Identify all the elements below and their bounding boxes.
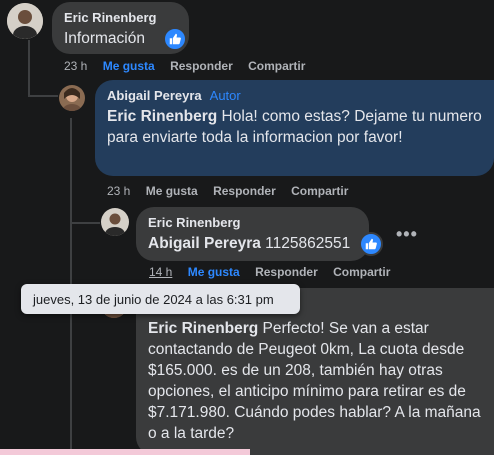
- reply-button[interactable]: Responder: [170, 59, 233, 73]
- thumbs-up-icon: [365, 238, 377, 250]
- thumbs-up-icon: [169, 33, 181, 45]
- person-avatar-icon: [7, 3, 43, 39]
- reply-button[interactable]: Responder: [255, 265, 318, 279]
- comment-author[interactable]: Abigail Pereyra: [107, 88, 202, 103]
- thread-line-1: [28, 40, 30, 96]
- comment-actions: 14 h Me gusta Responder Compartir: [149, 265, 402, 279]
- comment-bubble: Eric Rinenberg Abigail Pereyra 112586255…: [136, 207, 369, 261]
- share-button[interactable]: Compartir: [333, 265, 390, 279]
- thread-line-1-branch: [28, 95, 58, 97]
- comment-body: 1125862551: [260, 235, 351, 252]
- like-button[interactable]: Me gusta: [188, 265, 240, 279]
- comment-author[interactable]: Eric Rinenberg: [148, 215, 357, 230]
- avatar[interactable]: [7, 3, 43, 39]
- share-button[interactable]: Compartir: [291, 184, 348, 198]
- comment-header: Abigail Pereyra Autor: [107, 88, 482, 103]
- timestamp-tooltip: jueves, 13 de junio de 2024 a las 6:31 p…: [21, 284, 300, 314]
- reply-button[interactable]: Responder: [213, 184, 276, 198]
- bottom-overlay-strip: [0, 449, 250, 455]
- thread-line-2: [70, 118, 72, 224]
- thread-line-3: [70, 224, 72, 455]
- comment-text: Eric Rinenberg Hola! como estas? Dejame …: [107, 106, 482, 148]
- thread-line-2-branch: [70, 222, 100, 224]
- mention-link[interactable]: Abigail Pereyra: [148, 235, 261, 252]
- comment-actions: 23 h Me gusta Responder Compartir: [64, 59, 317, 73]
- mention-link[interactable]: Eric Rinenberg: [148, 320, 258, 337]
- like-button[interactable]: Me gusta: [103, 59, 155, 73]
- avatar[interactable]: [101, 208, 129, 236]
- comment-bubble-author: Abigail Pereyra Autor Eric Rinenberg Hola…: [95, 80, 494, 176]
- like-reaction-badge[interactable]: [163, 27, 187, 51]
- comment-timestamp[interactable]: 23 h: [64, 59, 87, 73]
- comment-timestamp[interactable]: 23 h: [107, 184, 130, 198]
- comment-body: Perfecto! Se van a estar contactando de …: [148, 320, 481, 442]
- person-avatar-icon: [59, 85, 85, 111]
- avatar[interactable]: [59, 85, 85, 111]
- comment-text: Información: [64, 30, 145, 47]
- like-reaction-badge[interactable]: [359, 232, 383, 256]
- comment-text: Abigail Pereyra 1125862551: [148, 233, 357, 254]
- more-options-icon[interactable]: •••: [396, 224, 418, 245]
- comment-author[interactable]: Eric Rinenberg: [64, 10, 177, 25]
- author-badge: Autor: [209, 88, 241, 103]
- person-avatar-icon: [101, 208, 129, 236]
- comment-timestamp[interactable]: 14 h: [149, 265, 172, 279]
- mention-link[interactable]: Eric Rinenberg: [107, 108, 217, 125]
- share-button[interactable]: Compartir: [248, 59, 305, 73]
- comment-actions: 23 h Me gusta Responder Compartir: [107, 184, 360, 198]
- comment-text: Eric Rinenberg Perfecto! Se van a estar …: [148, 318, 482, 444]
- like-button[interactable]: Me gusta: [146, 184, 198, 198]
